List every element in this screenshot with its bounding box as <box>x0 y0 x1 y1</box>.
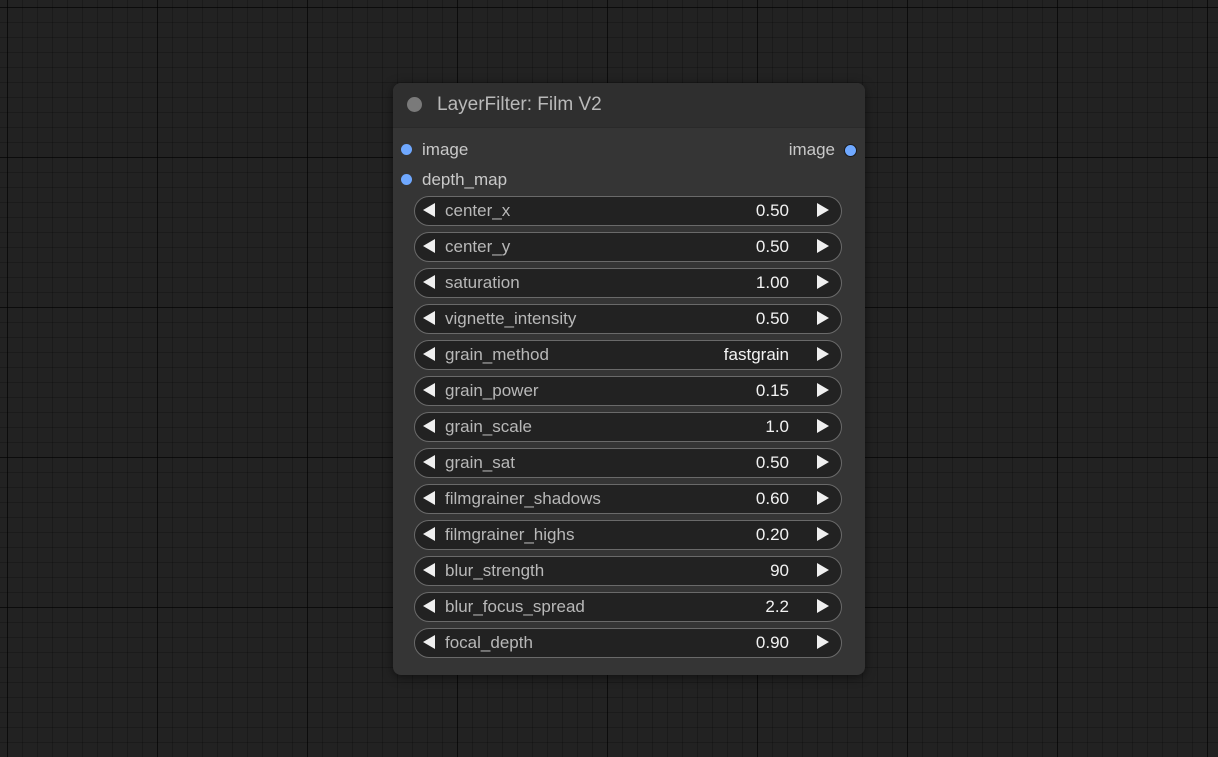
increment-arrow-icon[interactable] <box>816 490 834 508</box>
increment-arrow-icon[interactable] <box>816 598 834 616</box>
increment-arrow-icon[interactable] <box>816 346 834 364</box>
decrement-arrow-icon[interactable] <box>422 310 440 328</box>
widget-filmgrainer-shadows[interactable]: filmgrainer_shadows 0.60 <box>414 484 842 514</box>
widget-saturation[interactable]: saturation 1.00 <box>414 268 842 298</box>
widget-value[interactable]: 0.50 <box>756 305 789 333</box>
output-slot-image[interactable]: image <box>737 139 857 161</box>
widget-label: center_y <box>445 237 511 256</box>
increment-arrow-icon[interactable] <box>816 274 834 292</box>
widget-value[interactable]: 1.0 <box>765 413 789 441</box>
film-v2-node[interactable]: LayerFilter: Film V2 image depth_map ima… <box>393 83 865 675</box>
increment-arrow-icon[interactable] <box>816 202 834 220</box>
increment-arrow-icon[interactable] <box>816 454 834 472</box>
output-connector-icon[interactable] <box>844 144 857 157</box>
input-connector-icon[interactable] <box>401 174 412 185</box>
widget-label: blur_strength <box>445 561 545 580</box>
widget-grain-method[interactable]: grain_method fastgrain <box>414 340 842 370</box>
widget-blur-strength[interactable]: blur_strength 90 <box>414 556 842 586</box>
decrement-arrow-icon[interactable] <box>422 598 440 616</box>
increment-arrow-icon[interactable] <box>816 562 834 580</box>
widget-focal-depth[interactable]: focal_depth 0.90 <box>414 628 842 658</box>
widget-label: filmgrainer_highs <box>445 525 575 544</box>
widget-value[interactable]: 0.20 <box>756 521 789 549</box>
node-title-bar[interactable]: LayerFilter: Film V2 <box>393 83 865 128</box>
widget-value[interactable]: 0.50 <box>756 449 789 477</box>
decrement-arrow-icon[interactable] <box>422 418 440 436</box>
increment-arrow-icon[interactable] <box>816 382 834 400</box>
increment-arrow-icon[interactable] <box>816 526 834 544</box>
widget-grain-power[interactable]: grain_power 0.15 <box>414 376 842 406</box>
widget-filmgrainer-highs[interactable]: filmgrainer_highs 0.20 <box>414 520 842 550</box>
widget-grain-scale[interactable]: grain_scale 1.0 <box>414 412 842 442</box>
widget-label: vignette_intensity <box>445 309 577 328</box>
widget-label: blur_focus_spread <box>445 597 585 616</box>
widget-value[interactable]: fastgrain <box>724 341 789 369</box>
widget-vignette-intensity[interactable]: vignette_intensity 0.50 <box>414 304 842 334</box>
decrement-arrow-icon[interactable] <box>422 274 440 292</box>
decrement-arrow-icon[interactable] <box>422 346 440 364</box>
widget-label: grain_scale <box>445 417 532 436</box>
widget-value[interactable]: 0.60 <box>756 485 789 513</box>
widget-center-x[interactable]: center_x 0.50 <box>414 196 842 226</box>
decrement-arrow-icon[interactable] <box>422 382 440 400</box>
increment-arrow-icon[interactable] <box>816 634 834 652</box>
decrement-arrow-icon[interactable] <box>422 526 440 544</box>
decrement-arrow-icon[interactable] <box>422 202 440 220</box>
decrement-arrow-icon[interactable] <box>422 634 440 652</box>
node-title: LayerFilter: Film V2 <box>437 94 602 115</box>
widget-list: center_x 0.50 center_y 0.50 saturation 1.00 vi… <box>414 196 842 664</box>
widget-label: saturation <box>445 273 520 292</box>
widget-value[interactable]: 1.00 <box>756 269 789 297</box>
decrement-arrow-icon[interactable] <box>422 454 440 472</box>
widget-value[interactable]: 0.50 <box>756 197 789 225</box>
widget-label: focal_depth <box>445 633 533 652</box>
widget-grain-sat[interactable]: grain_sat 0.50 <box>414 448 842 478</box>
widget-value[interactable]: 0.50 <box>756 233 789 261</box>
widget-value[interactable]: 90 <box>770 557 789 585</box>
widget-label: center_x <box>445 201 511 220</box>
decrement-arrow-icon[interactable] <box>422 562 440 580</box>
increment-arrow-icon[interactable] <box>816 310 834 328</box>
input-slot-label: depth_map <box>422 170 508 189</box>
widget-label: grain_power <box>445 381 539 400</box>
widget-center-y[interactable]: center_y 0.50 <box>414 232 842 262</box>
collapse-toggle-icon[interactable] <box>407 97 422 112</box>
widget-label: grain_sat <box>445 453 515 472</box>
widget-value[interactable]: 0.90 <box>756 629 789 657</box>
input-slot-depth-map[interactable]: depth_map <box>401 169 561 191</box>
increment-arrow-icon[interactable] <box>816 238 834 256</box>
widget-value[interactable]: 0.15 <box>756 377 789 405</box>
input-slot-label: image <box>422 140 469 159</box>
decrement-arrow-icon[interactable] <box>422 238 440 256</box>
widget-label: grain_method <box>445 345 549 364</box>
widget-label: filmgrainer_shadows <box>445 489 601 508</box>
input-connector-icon[interactable] <box>401 144 412 155</box>
output-slot-label: image <box>788 140 835 159</box>
widget-value[interactable]: 2.2 <box>765 593 789 621</box>
decrement-arrow-icon[interactable] <box>422 490 440 508</box>
widget-blur-focus-spread[interactable]: blur_focus_spread 2.2 <box>414 592 842 622</box>
input-slot-image[interactable]: image <box>401 139 521 161</box>
increment-arrow-icon[interactable] <box>816 418 834 436</box>
